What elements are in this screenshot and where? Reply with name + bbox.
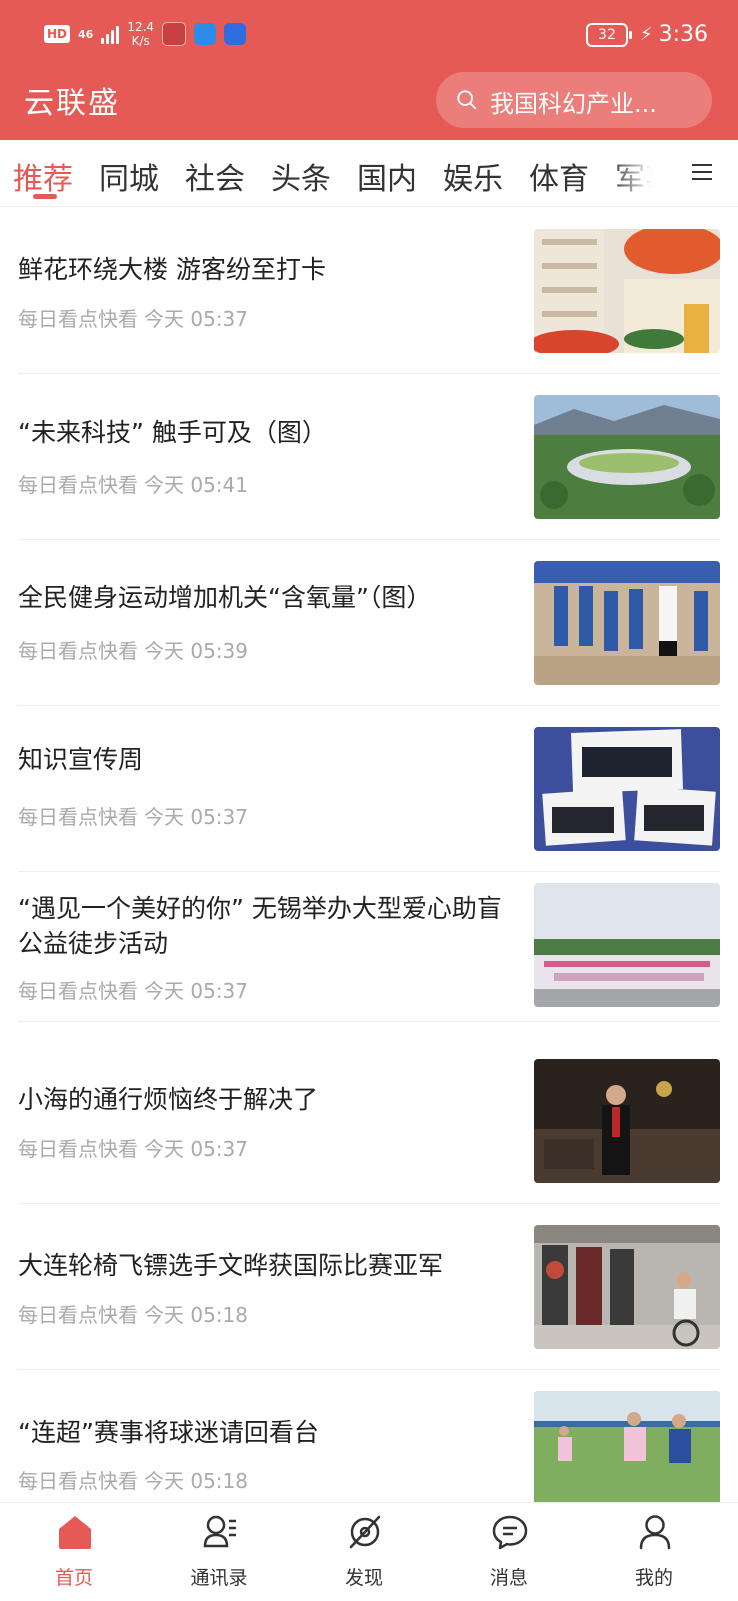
tab-recommend[interactable]: 推荐: [13, 154, 73, 198]
weather-app-icon: [194, 23, 217, 45]
nav-messages[interactable]: 消息: [435, 1503, 583, 1601]
hd-indicator: HD: [44, 25, 71, 43]
category-tabs: 推荐 同城 社会 头条 国内 娱乐 体育 军事: [0, 140, 738, 207]
contacts-icon: [203, 1515, 236, 1548]
network-speed: 12.4 K/s: [127, 20, 154, 48]
charging-icon: ⚡: [639, 24, 653, 45]
news-item[interactable]: “未来科技” 触手可及（图） 每日看点快看 今天 05:41: [18, 373, 720, 540]
app-header: HD 46 12.4 K/s 32 ⚡ 3:36 云联盛 我国科幻产业...: [0, 0, 738, 140]
news-title: 全民健身运动增加机关“含氧量”（图）: [18, 583, 432, 612]
news-thumbnail: [534, 1391, 720, 1502]
news-source: 每日看点快看: [18, 1469, 138, 1493]
news-source: 每日看点快看: [18, 639, 138, 663]
tips-app-icon: [224, 23, 247, 45]
news-title: “遇见一个美好的你” 无锡举办大型爱心助盲公益徒步活动: [18, 894, 502, 958]
bottom-nav: 首页 通讯录 发现 消息 我的: [0, 1502, 738, 1601]
news-meta: 每日看点快看 今天 05:41: [18, 469, 254, 498]
news-source: 每日看点快看: [18, 1303, 138, 1327]
status-bar: HD 46 12.4 K/s 32 ⚡ 3:36: [0, 0, 738, 70]
news-feed: 鲜花环绕大楼 游客纷至打卡 每日看点快看 今天 05:37 “未来科技” 触手可及…: [0, 207, 738, 1502]
news-thumbnail: [534, 1059, 720, 1183]
news-meta: 每日看点快看 今天 05:39: [18, 635, 254, 664]
news-source: 每日看点快看: [18, 473, 138, 497]
news-time: 今天 05:18: [144, 1469, 248, 1493]
status-left: HD 46 12.4 K/s: [44, 20, 247, 48]
discover-icon: [349, 1515, 381, 1549]
nav-contacts[interactable]: 通讯录: [145, 1503, 293, 1601]
news-title: “未来科技” 触手可及（图）: [18, 418, 327, 447]
news-thumbnail: [534, 1225, 720, 1349]
news-meta: 每日看点快看 今天 05:37: [18, 801, 254, 830]
news-title: 大连轮椅飞镖选手文晔获国际比赛亚军: [18, 1251, 444, 1280]
news-thumbnail: [534, 229, 720, 353]
news-item[interactable]: “连超”赛事将球迷请回看台 每日看点快看 今天 05:18: [18, 1369, 720, 1502]
news-title: 鲜花环绕大楼 游客纷至打卡: [18, 255, 326, 284]
news-source: 每日看点快看: [18, 979, 138, 1003]
news-time: 今天 05:37: [144, 307, 248, 331]
speed-unit: K/s: [131, 34, 150, 48]
home-icon: [59, 1516, 91, 1549]
news-source: 每日看点快看: [18, 1137, 138, 1161]
news-item[interactable]: “遇见一个美好的你” 无锡举办大型爱心助盲公益徒步活动 每日看点快看 今天 05:…: [18, 871, 720, 1022]
news-time: 今天 05:41: [144, 473, 248, 497]
signal-icon: [101, 24, 120, 44]
nav-discover[interactable]: 发现: [290, 1503, 438, 1601]
news-thumbnail: [534, 395, 720, 519]
news-item[interactable]: 知识宣传周 每日看点快看 今天 05:37: [18, 705, 720, 872]
active-tab-indicator: [33, 194, 57, 199]
tab-local[interactable]: 同城: [99, 154, 159, 198]
news-title: “连超”赛事将球迷请回看台: [18, 1418, 319, 1447]
battery-icon: 32: [585, 22, 632, 47]
nav-home-label: 首页: [54, 1567, 93, 1589]
tab-domestic[interactable]: 国内: [357, 154, 417, 198]
news-item[interactable]: 鲜花环绕大楼 游客纷至打卡 每日看点快看 今天 05:37: [18, 207, 720, 374]
news-meta: 每日看点快看 今天 05:37: [18, 975, 254, 1004]
news-title: 知识宣传周: [18, 745, 144, 774]
news-thumbnail: [534, 727, 720, 851]
nav-messages-label: 消息: [489, 1567, 528, 1589]
nav-contacts-label: 通讯录: [190, 1567, 248, 1589]
tab-fade: [610, 140, 680, 206]
news-thumbnail: [534, 883, 720, 1007]
news-item[interactable]: 全民健身运动增加机关“含氧量”（图） 每日看点快看 今天 05:39: [18, 539, 720, 706]
news-item[interactable]: 大连轮椅飞镖选手文晔获国际比赛亚军 每日看点快看 今天 05:18: [18, 1203, 720, 1370]
tab-entertainment[interactable]: 娱乐: [443, 154, 503, 198]
status-right: 32 ⚡ 3:36: [585, 22, 708, 47]
news-time: 今天 05:37: [144, 805, 248, 829]
news-meta: 每日看点快看 今天 05:37: [18, 303, 254, 332]
news-time: 今天 05:39: [144, 639, 248, 663]
nav-home[interactable]: 首页: [0, 1503, 148, 1601]
nav-discover-label: 发现: [344, 1567, 383, 1589]
nav-profile[interactable]: 我的: [580, 1503, 728, 1601]
news-source: 每日看点快看: [18, 805, 138, 829]
nav-profile-label: 我的: [634, 1567, 673, 1589]
news-time: 今天 05:37: [144, 1137, 248, 1161]
news-source: 每日看点快看: [18, 307, 138, 331]
message-icon: [492, 1515, 528, 1550]
search-icon: [457, 90, 477, 110]
news-time: 今天 05:37: [144, 979, 248, 1003]
clock: 3:36: [658, 22, 708, 47]
search-bar[interactable]: 我国科幻产业...: [436, 72, 712, 128]
news-meta: 每日看点快看 今天 05:37: [18, 1133, 254, 1162]
news-meta: 每日看点快看 今天 05:18: [18, 1299, 254, 1328]
news-thumbnail: [534, 561, 720, 685]
tab-sports[interactable]: 体育: [529, 154, 589, 198]
speed-value: 12.4: [127, 20, 155, 34]
news-title: 小海的通行烦恼终于解决了: [18, 1085, 319, 1114]
search-placeholder: 我国科幻产业...: [490, 90, 657, 118]
news-meta: 每日看点快看 今天 05:18: [18, 1465, 254, 1494]
tab-headlines[interactable]: 头条: [271, 154, 331, 198]
news-time: 今天 05:18: [144, 1303, 248, 1327]
network-type: 46: [78, 27, 94, 41]
news-item[interactable]: 小海的通行烦恼终于解决了 每日看点快看 今天 05:37: [18, 1037, 720, 1204]
profile-icon: [639, 1515, 671, 1550]
app-title: 云联盛: [24, 86, 120, 121]
menu-icon[interactable]: [690, 158, 714, 186]
tab-society[interactable]: 社会: [185, 154, 245, 198]
notification-app-icon: [162, 22, 187, 46]
